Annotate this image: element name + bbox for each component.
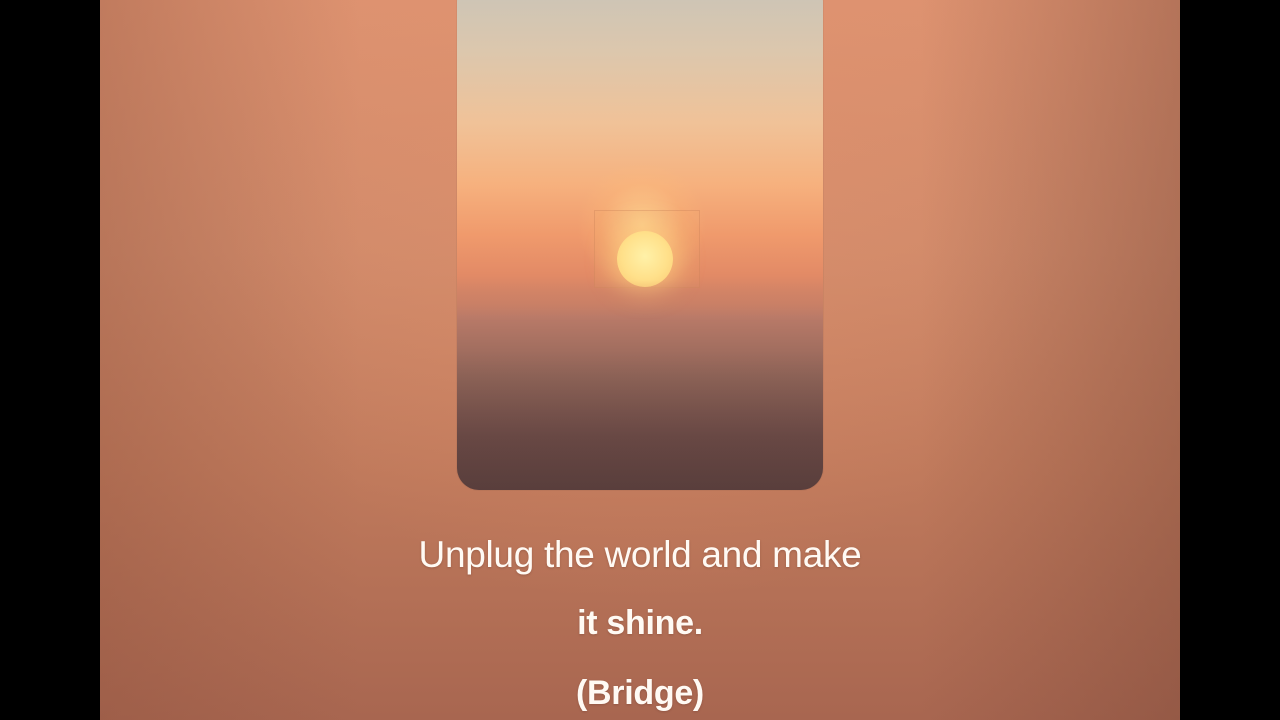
letterbox-left (0, 0, 100, 720)
lyric-section-label: (Bridge) (576, 674, 704, 712)
ground-fade (457, 350, 823, 490)
letterbox-right (1180, 0, 1280, 720)
sunset-photo-card (457, 0, 823, 490)
lyric-line-1: Unplug the world and make (418, 534, 862, 575)
video-player: Unplug the world and make it shine. (Bri… (0, 0, 1280, 720)
lyric-line-2: it shine. (577, 604, 703, 642)
video-frame[interactable]: Unplug the world and make it shine. (Bri… (100, 0, 1180, 720)
horizon-haze (457, 280, 823, 320)
sun-icon (617, 231, 673, 287)
